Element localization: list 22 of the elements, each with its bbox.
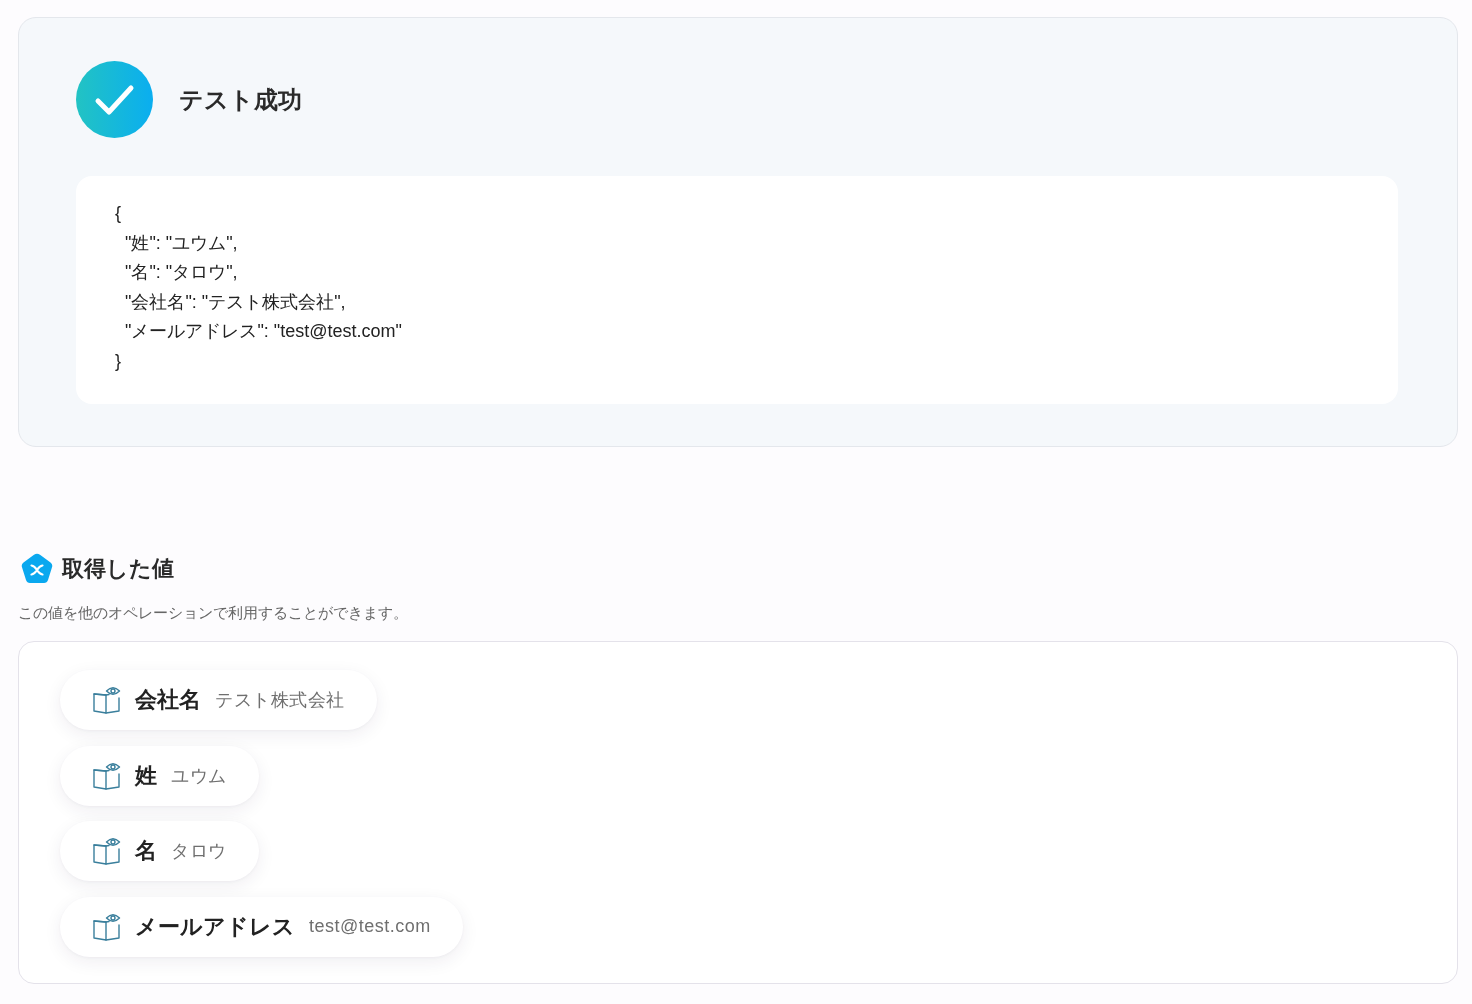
check-circle-icon	[76, 61, 153, 138]
value-chip[interactable]: メールアドレス test@test.com	[60, 896, 463, 957]
value-label: 名	[135, 837, 157, 865]
value-text: ユウム	[171, 764, 227, 788]
pentagon-x-icon	[21, 553, 53, 584]
book-eye-icon	[93, 912, 121, 941]
section-description: この値を他のオペレーションで利用することができます。	[18, 604, 408, 623]
value-text: テスト株式会社	[215, 689, 345, 712]
value-label: メールアドレス	[135, 912, 295, 941]
result-title: テスト成功	[179, 84, 302, 115]
value-label: 会社名	[135, 686, 201, 714]
section-title: 取得した値	[62, 554, 174, 583]
value-label: 姓	[135, 761, 157, 790]
value-chip[interactable]: 姓 ユウム	[60, 745, 259, 806]
value-chip[interactable]: 会社名 テスト株式会社	[60, 670, 377, 730]
value-text: test@test.com	[309, 916, 431, 937]
code-text: { "姓": "ユウム", "名": "タロウ", "会社名": "テスト株式会社", "メールアドレス": "test@test.com" }	[115, 202, 402, 373]
book-eye-icon	[93, 686, 121, 714]
value-text: タロウ	[171, 840, 227, 863]
book-eye-icon	[93, 761, 121, 790]
value-chip[interactable]: 名 タロウ	[60, 821, 259, 881]
book-eye-icon	[93, 837, 121, 865]
